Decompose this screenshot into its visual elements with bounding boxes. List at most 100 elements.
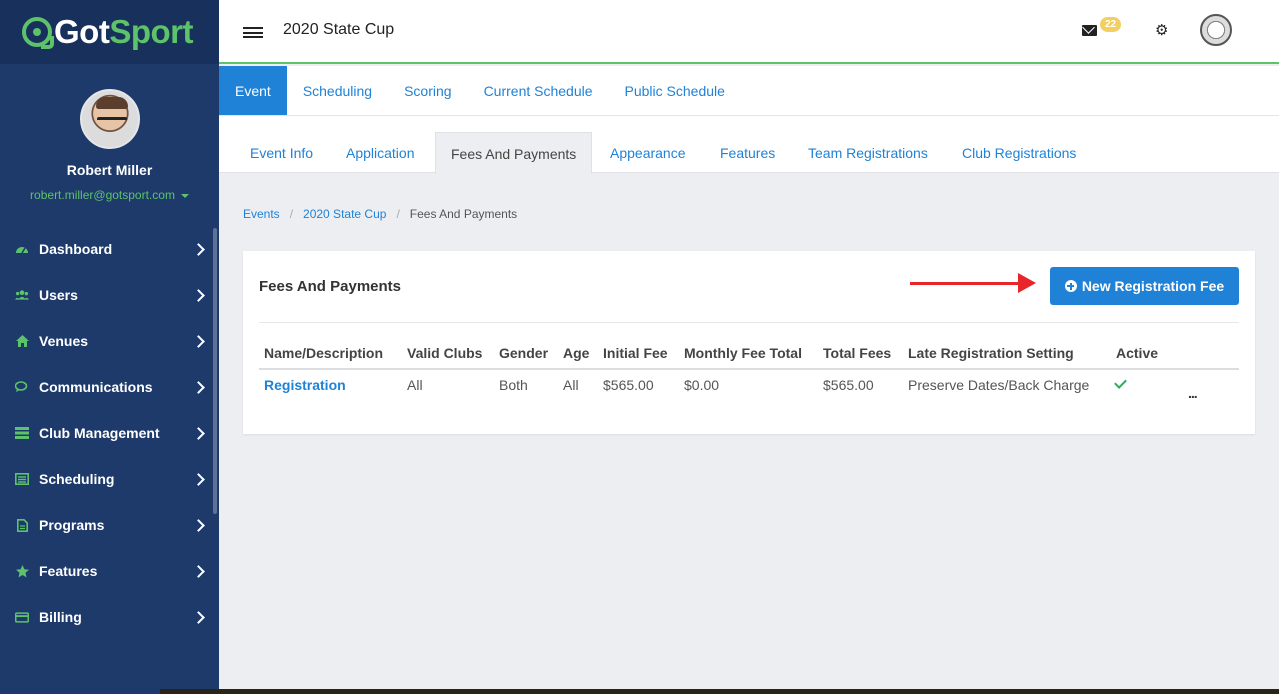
bottom-strip <box>160 689 1279 694</box>
organization-seal-icon[interactable] <box>1200 14 1232 46</box>
row-actions-more-icon[interactable]: ... <box>1188 385 1198 401</box>
plus-circle-icon <box>1064 280 1077 292</box>
sidebar-scrollbar[interactable] <box>213 228 217 514</box>
users-icon <box>15 288 29 302</box>
table-cell: All <box>407 377 423 393</box>
breadcrumb-current: Fees And Payments <box>409 207 518 221</box>
chevron-right-icon <box>192 518 205 532</box>
chevron-right-icon <box>192 242 205 256</box>
tab-scoring[interactable]: Scoring <box>388 66 467 115</box>
event-tabs: Event Scheduling Scoring Current Schedul… <box>219 66 1279 116</box>
document-icon <box>15 518 29 532</box>
chevron-right-icon <box>192 564 205 578</box>
chevron-right-icon <box>192 288 205 302</box>
sidebar-item-label: Features <box>39 563 98 579</box>
column-header: Total Fees <box>823 345 892 361</box>
divider <box>259 322 1239 323</box>
caret-down-icon <box>180 193 189 198</box>
column-header: Initial Fee <box>603 345 668 361</box>
dashboard-icon <box>15 242 29 256</box>
sidebar-item-features[interactable]: Features <box>0 548 219 594</box>
gear-icon[interactable]: ⚙ <box>1155 21 1168 39</box>
tab-application[interactable]: Application <box>331 132 430 173</box>
table-header-divider <box>259 368 1239 370</box>
sidebar-item-users[interactable]: Users <box>0 272 219 318</box>
sidebar-item-venues[interactable]: Venues <box>0 318 219 364</box>
tab-team-registrations[interactable]: Team Registrations <box>793 132 943 173</box>
chevron-right-icon <box>192 610 205 624</box>
tab-features[interactable]: Features <box>705 132 790 173</box>
profile-email: robert.miller@gotsport.com <box>30 188 175 202</box>
event-subtabs: Event Info Application Fees And Payments… <box>219 116 1279 174</box>
profile-name: Robert Miller <box>66 162 153 178</box>
fee-name-link[interactable]: Registration <box>264 377 346 393</box>
breadcrumb-event[interactable]: 2020 State Cup <box>303 207 386 221</box>
tab-scheduling[interactable]: Scheduling <box>287 66 388 115</box>
tab-club-registrations[interactable]: Club Registrations <box>947 132 1091 173</box>
sidebar-item-communications[interactable]: Communications <box>0 364 219 410</box>
breadcrumb-separator: / <box>289 207 294 221</box>
tab-current-schedule[interactable]: Current Schedule <box>468 66 609 115</box>
mail-icon[interactable] <box>1082 25 1097 36</box>
column-header: Monthly Fee Total <box>684 345 802 361</box>
sidebar-item-billing[interactable]: Billing <box>0 594 219 640</box>
list-icon <box>15 426 29 440</box>
new-registration-fee-label: New Registration Fee <box>1081 278 1225 294</box>
chevron-right-icon <box>192 426 205 440</box>
sidebar-item-programs[interactable]: Programs <box>0 502 219 548</box>
sidebar-item-label: Scheduling <box>39 471 115 487</box>
sidebar-item-dashboard[interactable]: Dashboard <box>0 226 219 272</box>
sidebar: GotSport Robert Miller robert.miller@got… <box>0 0 219 694</box>
column-header: Active <box>1116 345 1159 361</box>
red-arrow-annotation <box>910 273 1036 293</box>
tab-fees-and-payments[interactable]: Fees And Payments <box>435 132 593 174</box>
tab-event[interactable]: Event <box>219 66 287 115</box>
column-header: Valid Clubs <box>407 345 483 361</box>
sidebar-nav: Dashboard Users Venues Communications Cl… <box>0 226 219 640</box>
column-header: Name/Description <box>264 345 384 361</box>
column-header: Gender <box>499 345 549 361</box>
star-icon <box>15 564 29 578</box>
tab-public-schedule[interactable]: Public Schedule <box>609 66 741 115</box>
fees-card: Fees And Payments New Registration Fee N… <box>243 251 1255 434</box>
sidebar-item-label: Dashboard <box>39 241 113 257</box>
credit-card-icon <box>15 610 29 624</box>
logo-text-sport: Sport <box>109 13 193 50</box>
tab-appearance[interactable]: Appearance <box>595 132 701 173</box>
sidebar-item-scheduling[interactable]: Scheduling <box>0 456 219 502</box>
new-registration-fee-button[interactable]: New Registration Fee <box>1050 267 1239 305</box>
logo-text-got: Got <box>54 13 110 50</box>
column-header: Late Registration Setting <box>908 345 1074 361</box>
sidebar-item-label: Club Management <box>39 425 160 441</box>
sidebar-item-label: Communications <box>39 379 153 395</box>
tab-event-info[interactable]: Event Info <box>235 132 328 173</box>
table-cell: $565.00 <box>823 377 874 393</box>
user-profile: Robert Miller robert.miller@gotsport.com <box>0 64 219 202</box>
breadcrumb-events[interactable]: Events <box>243 207 280 221</box>
gotsport-logo-icon <box>22 17 54 49</box>
logo[interactable]: GotSport <box>0 0 219 64</box>
table-cell: Both <box>499 377 528 393</box>
active-check-icon <box>1114 376 1127 389</box>
column-header: Age <box>563 345 590 361</box>
breadcrumb-separator: / <box>396 207 400 221</box>
page-title: 2020 State Cup <box>283 21 395 38</box>
hamburger-menu-icon[interactable] <box>243 27 263 38</box>
sidebar-item-label: Users <box>39 287 78 303</box>
sidebar-item-label: Venues <box>39 333 89 349</box>
card-title: Fees And Payments <box>259 278 401 295</box>
chat-icon <box>15 380 29 394</box>
chevron-right-icon <box>192 472 205 486</box>
chevron-right-icon <box>192 380 205 394</box>
avatar[interactable] <box>79 89 140 149</box>
sidebar-item-label: Programs <box>39 517 105 533</box>
mail-count-badge: 22 <box>1100 17 1122 32</box>
profile-email-dropdown[interactable]: robert.miller@gotsport.com <box>0 188 219 202</box>
chevron-right-icon <box>192 334 205 348</box>
calendar-list-icon <box>15 472 29 486</box>
breadcrumb: Events / 2020 State Cup / Fees And Payme… <box>243 207 517 221</box>
table-cell: All <box>563 377 579 393</box>
sidebar-item-club-management[interactable]: Club Management <box>0 410 219 456</box>
sidebar-item-label: Billing <box>39 609 82 625</box>
home-icon <box>15 334 29 348</box>
